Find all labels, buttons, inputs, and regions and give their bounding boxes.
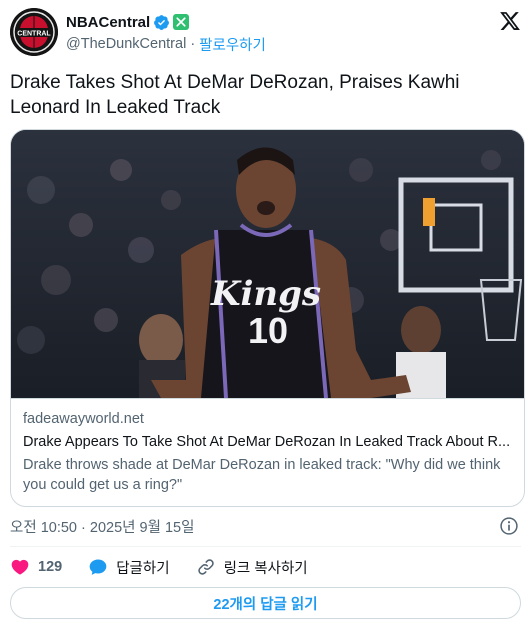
author-block: NBACentral @TheDunkCentral · 팔로우하기 [66, 12, 266, 54]
reply-bubble-icon [89, 559, 107, 575]
link-card[interactable]: Kings 10 fadeawayworld.net Drake Appears… [10, 129, 525, 507]
timestamp[interactable]: 오전 10:50 · 2025년 9월 15일 [10, 516, 194, 537]
reply-button[interactable]: 답글하기 [88, 557, 170, 578]
reply-label: 답글하기 [116, 560, 170, 577]
link-icon [197, 559, 214, 575]
tweet-header: CENTRAL NBACentral @TheDunkCentral · 팔로우… [10, 8, 521, 58]
card-title: Drake Appears To Take Shot At DeMar DeRo… [23, 434, 511, 450]
like-button[interactable]: 129 [10, 557, 62, 577]
card-domain: fadeawayworld.net [23, 411, 144, 427]
avatar-text: CENTRAL [17, 31, 51, 38]
verified-badge-icon [154, 14, 170, 30]
action-bar: 129 답글하기 링크 복사하기 [10, 556, 521, 578]
divider [10, 546, 521, 547]
avatar-logo-icon: CENTRAL [10, 8, 58, 56]
read-replies-button[interactable]: 22개의 답글 읽기 [10, 587, 521, 619]
tweet-text: Drake Takes Shot At DeMar DeRozan, Prais… [10, 72, 460, 118]
card-image[interactable]: Kings 10 [11, 130, 524, 398]
heart-icon [11, 559, 29, 575]
author-handle[interactable]: @TheDunkCentral [66, 36, 186, 52]
tweet-meta: 오전 10:50 · 2025년 9월 15일 [10, 515, 521, 537]
author-name[interactable]: NBACentral [66, 14, 150, 31]
basketball-player-photo: Kings 10 [11, 130, 524, 398]
jersey-number: 10 [248, 310, 288, 351]
like-count: 129 [38, 559, 63, 575]
x-logo-icon[interactable] [499, 10, 521, 32]
card-description: Drake throws shade at DeMar DeRozan in l… [23, 457, 501, 493]
follow-button[interactable]: 팔로우하기 [199, 34, 266, 55]
separator-dot: · [190, 36, 196, 52]
affiliate-badge-icon [173, 14, 190, 30]
copy-link-label: 링크 복사하기 [223, 560, 308, 577]
jersey-brand: Kings [210, 274, 321, 314]
copy-link-button[interactable]: 링크 복사하기 [196, 557, 308, 578]
info-icon[interactable] [499, 516, 519, 536]
card-body[interactable]: fadeawayworld.net Drake Appears To Take … [11, 398, 524, 506]
avatar[interactable]: CENTRAL [10, 8, 58, 56]
